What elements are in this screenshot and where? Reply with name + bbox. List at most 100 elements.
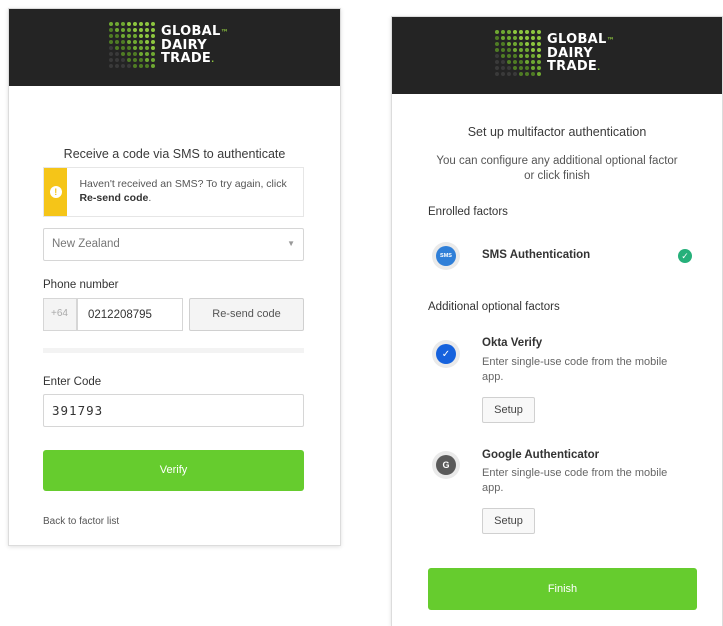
country-select-value: New Zealand bbox=[52, 238, 120, 250]
country-select[interactable]: New Zealand ▼ bbox=[43, 228, 304, 261]
back-to-factor-list-link[interactable]: Back to factor list bbox=[43, 516, 119, 527]
logo-dot bbox=[139, 28, 143, 32]
logo-dot bbox=[519, 36, 523, 40]
logo-dot bbox=[121, 64, 125, 68]
mfa-title: Set up multifactor authentication bbox=[467, 125, 647, 139]
logo-dot bbox=[501, 48, 505, 52]
logo-dot bbox=[513, 36, 517, 40]
logo-dot bbox=[151, 22, 155, 26]
logo-dot bbox=[121, 46, 125, 50]
logo-dot bbox=[501, 60, 505, 64]
logo-dot bbox=[121, 34, 125, 38]
logo-dot bbox=[145, 58, 149, 62]
factor-name-google-authenticator: Google Authenticator bbox=[482, 449, 600, 461]
logo-dot bbox=[127, 22, 131, 26]
logo-dot bbox=[127, 64, 131, 68]
logo-dot bbox=[537, 36, 541, 40]
factor-description-google-authenticator: Enter single-use code from the mobile ap… bbox=[482, 467, 668, 494]
logo-dot bbox=[151, 58, 155, 62]
logo-dot bbox=[519, 48, 523, 52]
logo-dot bbox=[151, 52, 155, 56]
logo-dot bbox=[507, 36, 511, 40]
logo-dot bbox=[501, 36, 505, 40]
logo-dot bbox=[525, 30, 529, 34]
logo-dot bbox=[513, 30, 517, 34]
logo-dot bbox=[133, 52, 137, 56]
logo-dot bbox=[145, 34, 149, 38]
resend-code-button[interactable]: Re-send code bbox=[189, 298, 304, 331]
logo-dot bbox=[495, 54, 499, 58]
logo-dot bbox=[495, 48, 499, 52]
logo-dot bbox=[133, 64, 137, 68]
logo-dot bbox=[127, 46, 131, 50]
logo-dot bbox=[151, 40, 155, 44]
logo-dot bbox=[525, 54, 529, 58]
brand-header: GLOBAL™ DAIRY TRADE. bbox=[9, 9, 340, 86]
logo-dot bbox=[531, 66, 535, 70]
resend-warning-callout: ! Haven't received an SMS? To try again,… bbox=[43, 167, 304, 217]
logo-dot bbox=[121, 58, 125, 62]
logo-dot bbox=[121, 40, 125, 44]
logo-dot bbox=[127, 34, 131, 38]
sms-icon: SMS bbox=[432, 242, 460, 270]
logo-dot bbox=[115, 52, 119, 56]
logo-dot bbox=[495, 72, 499, 76]
logo-dot bbox=[109, 64, 113, 68]
sms-form-title: Receive a code via SMS to authenticate bbox=[63, 147, 286, 161]
logo-dot bbox=[115, 28, 119, 32]
verification-code-input[interactable]: 391793 bbox=[43, 394, 304, 427]
logo-dot bbox=[513, 66, 517, 70]
logo-dot bbox=[525, 66, 529, 70]
logo-dot bbox=[513, 42, 517, 46]
verify-button[interactable]: Verify bbox=[43, 450, 304, 491]
logo-dot bbox=[501, 72, 505, 76]
logo-dot bbox=[133, 58, 137, 62]
logo-dot bbox=[151, 46, 155, 50]
logo-dot bbox=[115, 22, 119, 26]
factor-description-okta-verify: Enter single-use code from the mobile ap… bbox=[482, 356, 668, 383]
logo-dot bbox=[109, 46, 113, 50]
logo-dot bbox=[513, 72, 517, 76]
logo-dot bbox=[145, 46, 149, 50]
google-authenticator-setup-button[interactable]: Setup bbox=[482, 508, 535, 534]
logo-dot bbox=[115, 40, 119, 44]
okta-verify-setup-button[interactable]: Setup bbox=[482, 397, 535, 423]
logo-dot bbox=[127, 28, 131, 32]
warning-message: Haven't received an SMS? To try again, c… bbox=[79, 178, 287, 204]
logo-dot bbox=[519, 66, 523, 70]
optional-factors-heading: Additional optional factors bbox=[428, 301, 560, 313]
logo-dot bbox=[109, 58, 113, 62]
logo-dot bbox=[501, 66, 505, 70]
logo-dot bbox=[139, 64, 143, 68]
logo-dot bbox=[507, 72, 511, 76]
mfa-setup-panel: GLOBAL™ DAIRY TRADE. Set up multifactor … bbox=[391, 16, 723, 626]
logo-dot bbox=[145, 64, 149, 68]
logo-dot bbox=[513, 60, 517, 64]
logo-dot bbox=[495, 60, 499, 64]
logo-dot bbox=[507, 30, 511, 34]
logo-dot bbox=[151, 28, 155, 32]
logo-dot bbox=[145, 40, 149, 44]
logo-dot bbox=[513, 48, 517, 52]
finish-button[interactable]: Finish bbox=[428, 568, 697, 610]
logo-dot-grid bbox=[495, 30, 541, 76]
logo-dot bbox=[139, 34, 143, 38]
sms-verification-panel: GLOBAL™ DAIRY TRADE. Receive a code via … bbox=[8, 8, 341, 546]
logo-dot bbox=[525, 42, 529, 46]
logo-dot bbox=[525, 60, 529, 64]
logo-dot bbox=[127, 58, 131, 62]
logo-dot bbox=[495, 36, 499, 40]
logo-dot bbox=[139, 58, 143, 62]
brand-header: GLOBAL™ DAIRY TRADE. bbox=[392, 17, 722, 94]
logo-dot bbox=[121, 52, 125, 56]
logo-dot bbox=[115, 46, 119, 50]
google-authenticator-icon: G bbox=[432, 451, 460, 479]
logo-dot bbox=[109, 52, 113, 56]
logo-dot bbox=[145, 22, 149, 26]
mfa-subtitle: You can configure any additional optiona… bbox=[436, 155, 678, 182]
logo-dot bbox=[501, 42, 505, 46]
logo-dot bbox=[145, 52, 149, 56]
phone-number-input[interactable]: 0212208795 bbox=[77, 298, 183, 331]
warning-icon: ! bbox=[49, 186, 62, 198]
logo-dot bbox=[109, 22, 113, 26]
